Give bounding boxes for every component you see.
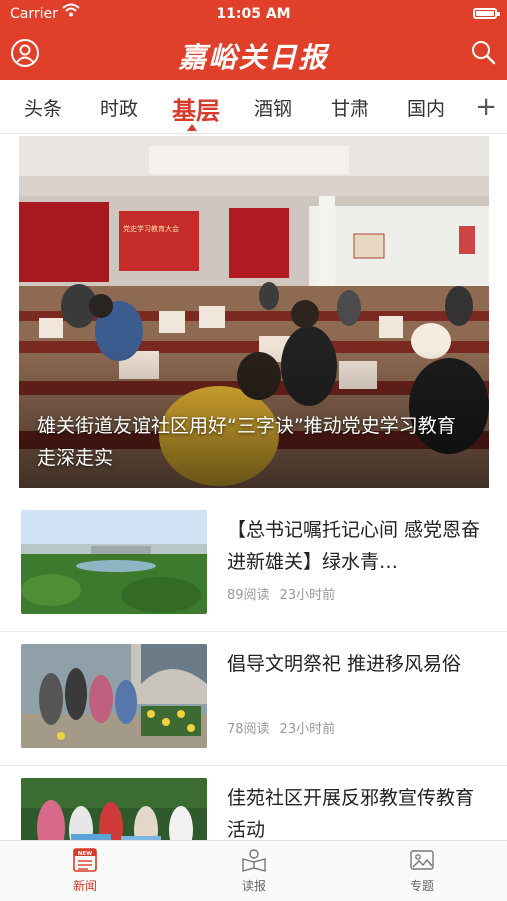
read-count: 78阅读	[227, 722, 270, 737]
news-thumbnail	[21, 778, 207, 840]
image-gallery-icon	[410, 850, 434, 870]
news-item[interactable]: 倡导文明祭祀 推进移风易俗 78阅读 23小时前	[0, 632, 507, 766]
tab-jiugang[interactable]: 酒钢	[254, 94, 292, 121]
news-title[interactable]: 【总书记嘱托记心间 感党恩奋进新雄关】绿水青…	[227, 514, 489, 578]
news-title[interactable]: 佳苑社区开展反邪教宣传教育活动	[227, 782, 489, 840]
tab-shizheng[interactable]: 时政	[100, 94, 138, 121]
news-meta: 89阅读 23小时前	[227, 584, 335, 603]
nav-topics[interactable]: 专题	[382, 847, 462, 894]
publish-time: 23小时前	[279, 588, 336, 603]
tab-toutiao[interactable]: 头条	[24, 94, 62, 121]
publish-time: 23小时前	[279, 722, 336, 737]
hero-banner-text: 党史学习教育大会	[123, 224, 179, 233]
hero-article[interactable]: 党史学习教育大会 雄关街道友谊社区用好“三字诀”推动党史学习教育走深走实	[19, 136, 489, 488]
bottom-tab-bar: NEW 新闻 读报 专题	[0, 840, 507, 901]
nav-read-paper-label: 读报	[241, 879, 266, 893]
nav-news-label: 新闻	[72, 879, 97, 893]
newspaper-reader-icon	[242, 849, 266, 872]
news-icon: NEW	[73, 848, 97, 872]
news-item[interactable]: 【总书记嘱托记心间 感党恩奋进新雄关】绿水青… 89阅读 23小时前	[0, 498, 507, 632]
search-icon[interactable]	[469, 38, 497, 66]
status-time: 11:05 AM	[216, 6, 291, 22]
add-channel-button[interactable]: +	[475, 92, 497, 122]
battery-icon	[473, 8, 500, 19]
tab-jiceng[interactable]: 基层	[172, 91, 220, 126]
news-thumbnail	[21, 644, 207, 748]
nav-topics-label: 专题	[409, 879, 434, 893]
status-bar: Carrier 11:05 AM	[0, 3, 507, 24]
tab-gansu[interactable]: 甘肃	[331, 94, 369, 121]
tab-guonei[interactable]: 国内	[407, 94, 445, 121]
brand-logo: 嘉峪关日报	[178, 41, 329, 74]
active-tab-indicator	[187, 124, 197, 131]
app-header: Carrier 11:05 AM 嘉峪关日报	[0, 0, 507, 80]
news-thumbnail	[21, 510, 207, 614]
svg-text:NEW: NEW	[78, 851, 92, 857]
news-meta: 78阅读 23小时前	[227, 718, 335, 737]
news-title[interactable]: 倡导文明祭祀 推进移风易俗	[227, 648, 489, 680]
channel-tabs: 头条 时政 基层 酒钢 甘肃 国内 +	[0, 80, 507, 134]
nav-news[interactable]: NEW 新闻	[45, 847, 125, 894]
hero-caption[interactable]: 雄关街道友谊社区用好“三字诀”推动党史学习教育走深走实	[37, 410, 471, 474]
nav-read-paper[interactable]: 读报	[214, 847, 294, 894]
read-count: 89阅读	[227, 588, 270, 603]
news-item[interactable]: 佳苑社区开展反邪教宣传教育活动	[0, 766, 507, 840]
